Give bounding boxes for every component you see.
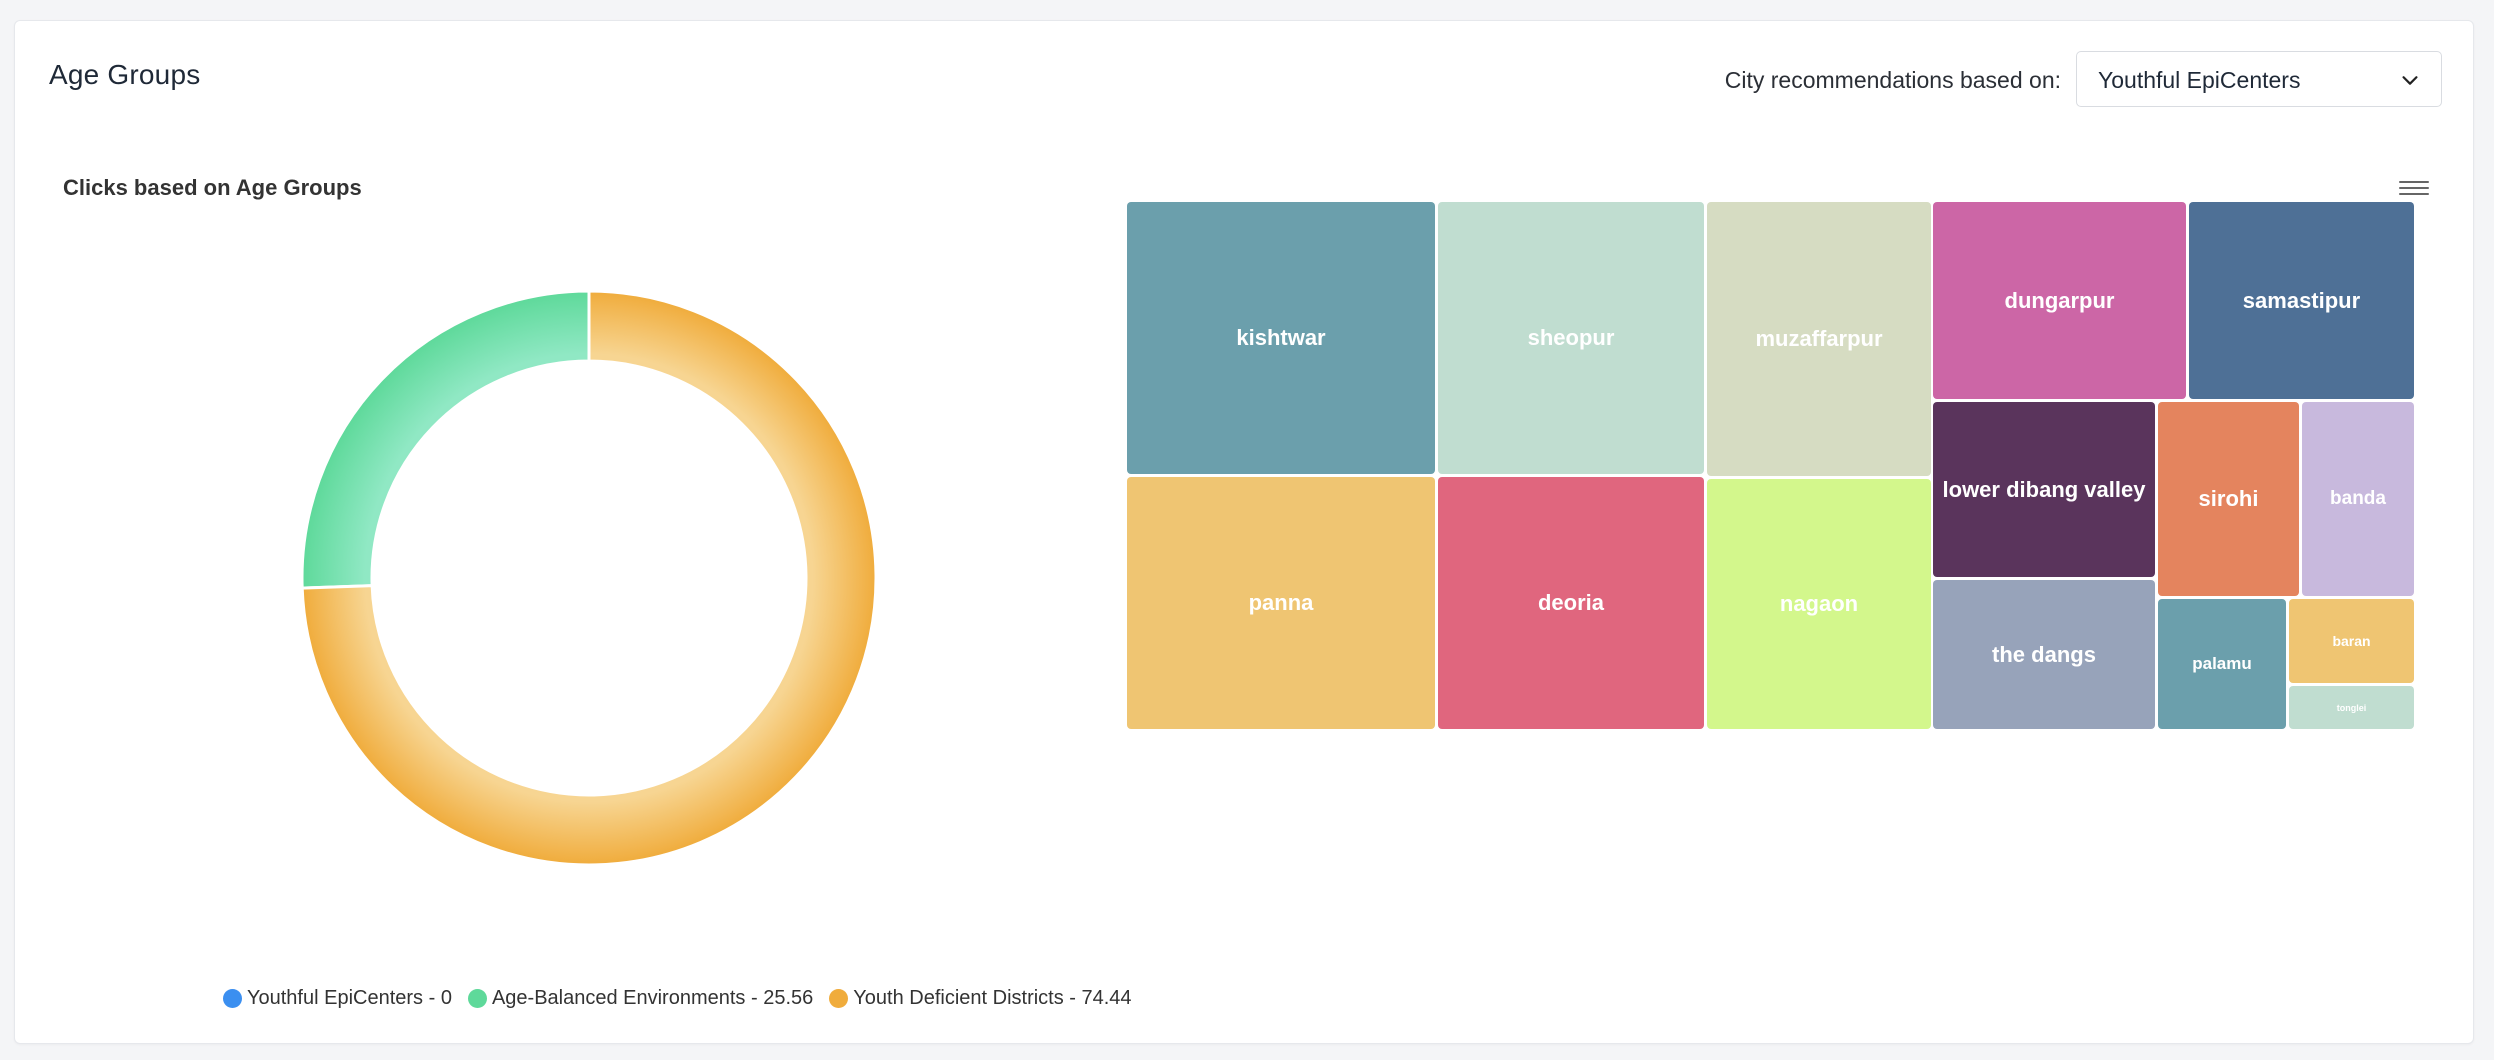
treemap-label-tonglei: tonglei [2336,702,2367,713]
legend-label-balanced: Age-Balanced Environments - 25.56 [491,987,814,1009]
treemap-tile-deoria[interactable]: deoria [1438,477,1704,729]
treemap-tile-banda[interactable]: banda [2302,402,2414,596]
chevron-down-icon [2402,76,2418,85]
legend-dot-deficient [829,989,849,1008]
legend-dot-balanced [467,989,487,1008]
treemap-tile-dungarpur[interactable]: dungarpur [1933,202,2186,399]
treemap-tile-muzaffarpur[interactable]: muzaffarpur [1707,202,1931,476]
treemap-label-dungarpur: dungarpur [2004,287,2115,313]
treemap-label-banda: banda [2330,488,2386,509]
treemap-tile-sirohi[interactable]: sirohi [2158,402,2299,596]
treemap-tile-palamu[interactable]: palamu [2158,599,2286,729]
donut-slice-balanced[interactable] [300,289,591,590]
treemap-label-lower-dibang-valley: lower dibang valley [1942,476,2146,502]
age-groups-card: Age Groups City recommendations based on… [14,20,2474,1044]
treemap-label-muzaffarpur: muzaffarpur [1755,326,1883,351]
donut-chart [300,289,878,867]
treemap-label-nagaon: nagaon [1779,591,1859,616]
treemap-label-the-dangs: the dangs [1992,641,2096,667]
legend-item-youthful[interactable]: Youthful EpiCenters - 0 [223,987,452,1010]
recommendation-label: City recommendations based on: [1724,67,2061,93]
recommendation-select[interactable]: Youthful EpiCenters [2076,51,2442,107]
treemap-tile-the-dangs[interactable]: the dangs [1933,580,2155,729]
treemap-tile-samastipur[interactable]: samastipur [2189,202,2414,399]
hamburger-menu-icon[interactable] [2399,177,2429,201]
treemap-label-sheopur: sheopur [1527,325,1615,350]
treemap-tile-baran[interactable]: baran [2289,599,2414,683]
treemap-label-samastipur: samastipur [2242,287,2361,313]
treemap-label-baran: baran [2332,633,2371,649]
treemap-tile-nagaon[interactable]: nagaon [1707,479,1931,729]
legend-item-deficient[interactable]: Youth Deficient Districts - 74.44 [829,987,1132,1010]
treemap-tile-sheopur[interactable]: sheopur [1438,202,1704,474]
treemap-tile-kishtwar[interactable]: kishtwar [1127,202,1435,474]
treemap-tile-lower-dibang-valley[interactable]: lower dibang valley [1933,402,2155,577]
legend-dot-youthful [223,989,242,1008]
recommendation-select-value: Youthful EpiCenters [2098,67,2301,93]
legend-label-deficient: Youth Deficient Districts - 74.44 [853,987,1132,1009]
donut-legend: Youthful EpiCenters - 0 Age-Balanced Env… [223,987,1148,1010]
treemap-label-palamu: palamu [2192,654,2252,673]
treemap-label-panna: panna [1248,590,1314,615]
legend-item-balanced[interactable]: Age-Balanced Environments - 25.56 [467,987,814,1010]
treemap-label-kishtwar: kishtwar [1236,325,1326,350]
treemap-label-deoria: deoria [1537,590,1605,615]
legend-label-youthful: Youthful EpiCenters - 0 [247,987,452,1009]
treemap-tile-tonglei[interactable]: tonglei [2289,686,2414,729]
treemap-label-sirohi: sirohi [2198,486,2259,511]
treemap-tile-panna[interactable]: panna [1127,477,1435,729]
